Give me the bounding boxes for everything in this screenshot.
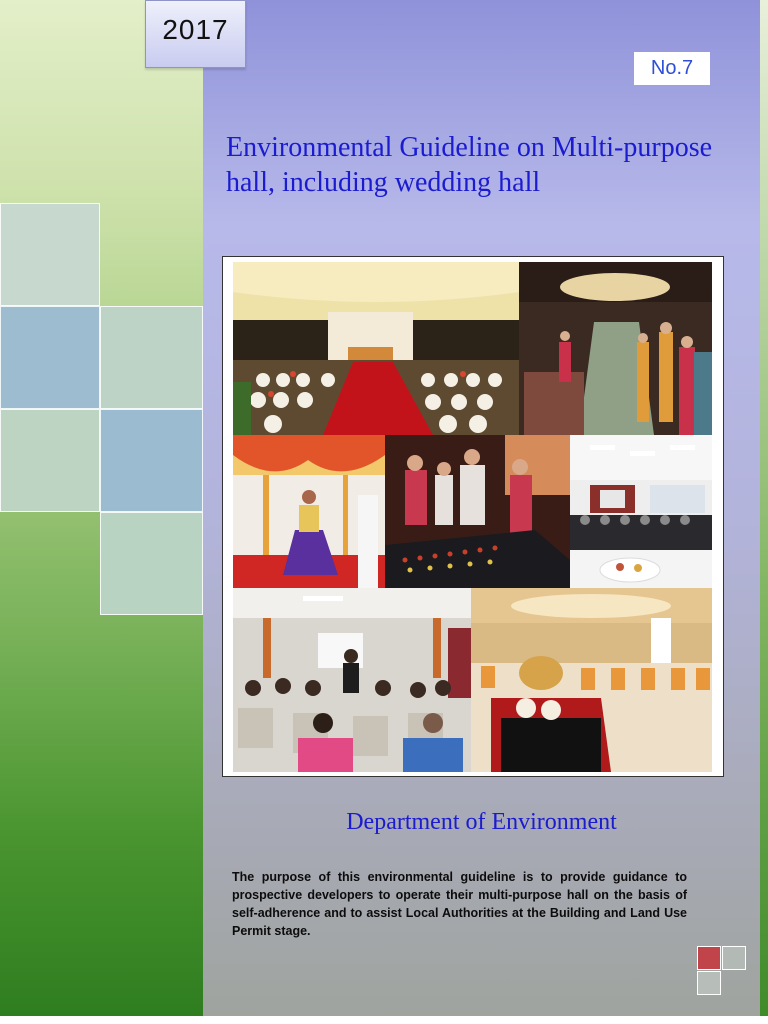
decorative-tile: [100, 512, 203, 615]
decorative-tile: [0, 203, 100, 306]
banquet-hall-photo: [471, 588, 712, 772]
purpose-statement: The purpose of this environmental guidel…: [232, 870, 687, 938]
decorative-tile: [100, 409, 203, 512]
photo-collage: [222, 256, 724, 777]
decorative-square: [697, 946, 721, 970]
dancer-photo: [233, 435, 385, 588]
year-label: 2017: [162, 14, 229, 45]
decorative-square: [722, 946, 746, 970]
document-title: Environmental Guideline on Multi-purpose…: [226, 132, 713, 198]
document-number-badge: No.7: [634, 52, 710, 85]
bottom-edge-strip: [0, 1016, 768, 1024]
seminar-audience-photo: [233, 588, 471, 772]
conference-hall-photo: [570, 435, 712, 588]
decorative-tile: [0, 409, 100, 512]
wedding-hall-photo: [233, 262, 519, 435]
document-number: No.7: [650, 57, 694, 79]
wedding-guests-photo: [519, 262, 712, 435]
decorative-tile: [0, 306, 100, 409]
decorative-tile: [100, 306, 203, 409]
right-edge-strip: [760, 0, 768, 1016]
year-box: 2017: [145, 0, 246, 68]
decorative-square: [697, 971, 721, 995]
department-name: Department of Environment: [346, 809, 617, 835]
dancing-party-photo: [385, 435, 570, 588]
